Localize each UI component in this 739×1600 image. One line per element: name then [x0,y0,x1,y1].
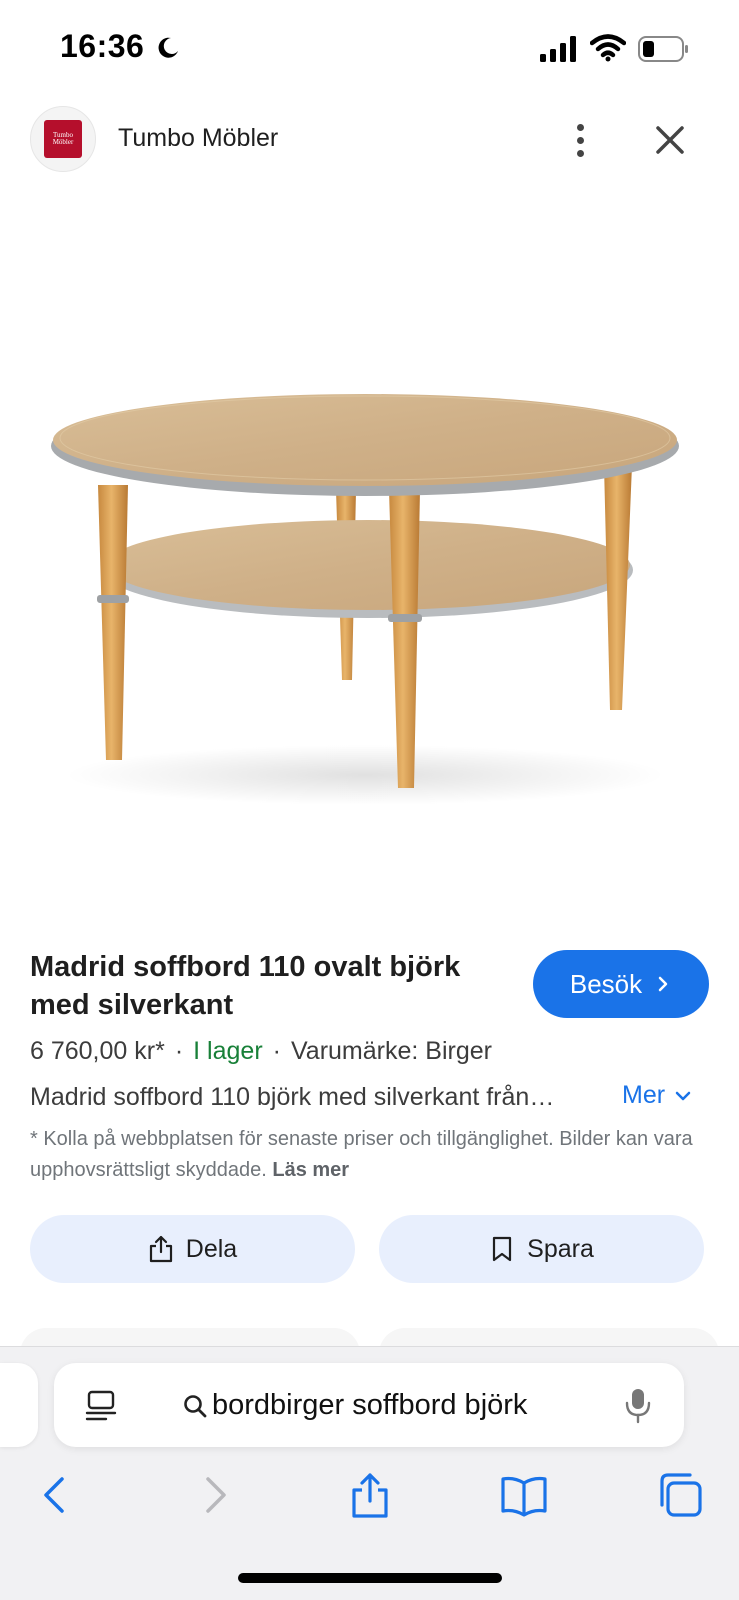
page-menu-icon[interactable] [84,1389,118,1423]
previous-tab-peek[interactable] [0,1363,38,1447]
address-text[interactable]: bordbirger soffbord björk [212,1389,527,1422]
close-icon[interactable] [648,118,692,162]
back-icon[interactable] [32,1471,80,1519]
disclaimer-text: * Kolla på webbplatsen för senaste prise… [30,1128,693,1181]
chevron-right-icon [658,976,668,992]
dot-icon [576,123,584,131]
save-label: Spara [527,1234,594,1263]
bookmark-icon [493,1236,512,1262]
bookmarks-icon[interactable] [500,1471,548,1519]
tabs-icon[interactable] [656,1471,704,1519]
visit-label: Besök [569,968,643,999]
share-button[interactable]: Dela [30,1215,355,1283]
share-icon[interactable] [346,1471,394,1519]
brand: Varumärke: Birger [290,1037,492,1065]
product-description: Madrid soffbord 110 björk med silverkant… [30,1083,555,1111]
visit-button[interactable]: Besök [533,950,709,1018]
chevron-down-icon [675,1091,691,1100]
separator-dot: · [174,1037,184,1065]
table-illustration [51,394,679,805]
product-meta: 6 760,00 kr* · I lager · Varumärke: Birger [30,1037,492,1066]
more-options-button[interactable] [560,116,600,164]
status-time: 16:36 [60,28,145,64]
signal-icon [540,36,576,62]
address-bar[interactable]: bordbirger soffbord björk [54,1363,684,1447]
dot-icon [576,149,584,157]
more-button[interactable]: Mer [622,1081,693,1110]
share-icon [149,1235,172,1263]
battery-icon [638,36,688,62]
home-indicator [238,1573,502,1583]
source-header: Tumbo Möbler Tumbo Möbler [0,104,739,176]
dot-icon [576,136,584,144]
separator-dot: · [272,1037,281,1065]
more-label: Mer [622,1081,666,1109]
browser-toolbar: bordbirger soffbord björk [0,1346,739,1600]
logo-mark: Tumbo Möbler [44,120,82,158]
stock-status: I lager [193,1037,263,1065]
product-image[interactable] [0,190,739,910]
save-button[interactable]: Spara [379,1215,704,1283]
wifi-icon [590,34,626,62]
site-logo[interactable]: Tumbo Möbler [30,106,96,172]
search-icon [184,1395,207,1418]
forward-icon[interactable] [190,1471,238,1519]
price: 6 760,00 kr* [30,1037,165,1065]
share-label: Dela [185,1234,238,1263]
status-bar: 16:36 [0,0,739,96]
microphone-icon[interactable] [624,1387,652,1425]
disclaimer: * Kolla på webbplatsen för senaste prise… [30,1124,710,1186]
moon-icon [158,37,178,58]
product-title: Madrid soffbord 110 ovalt björk med silv… [30,951,461,1021]
site-name[interactable]: Tumbo Möbler [118,124,278,153]
read-more-link[interactable]: Läs mer [272,1159,349,1181]
